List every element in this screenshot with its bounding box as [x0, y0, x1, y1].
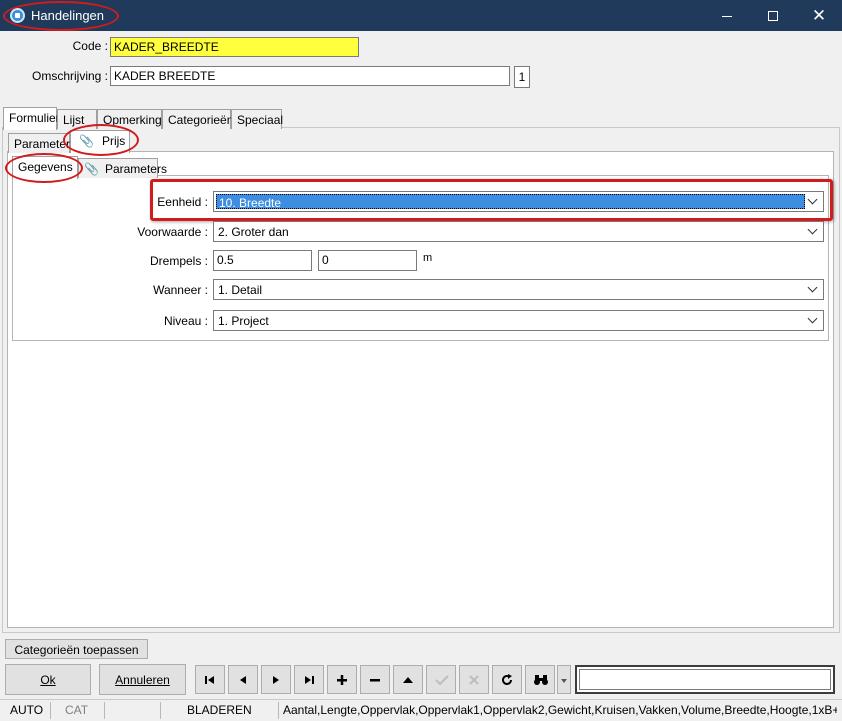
next-record-button[interactable]: [261, 665, 291, 694]
minimize-icon: [722, 15, 732, 17]
minus-icon: [370, 679, 380, 682]
window-title: Handelingen: [31, 8, 105, 23]
chevron-down-icon: [807, 224, 819, 238]
edit-record-button[interactable]: [393, 665, 423, 694]
omschrijving-label: Omschrijving :: [31, 69, 108, 83]
add-record-button[interactable]: [327, 665, 357, 694]
status-separator: [160, 702, 161, 719]
code-label: Code :: [72, 39, 108, 53]
first-record-icon: [205, 676, 214, 684]
eenheid-value: 10. Breedte: [216, 194, 805, 210]
cancel-record-button[interactable]: [459, 665, 489, 694]
status-cat: CAT: [65, 703, 89, 717]
status-separator: [104, 702, 105, 719]
tab-gegevens[interactable]: Gegevens: [12, 156, 78, 179]
status-fields-list: Aantal,Lengte,Oppervlak,Oppervlak1,Opper…: [283, 703, 837, 717]
minimize-button[interactable]: [704, 0, 750, 31]
last-record-button[interactable]: [294, 665, 324, 694]
delete-record-button[interactable]: [360, 665, 390, 694]
binoculars-icon: [534, 675, 548, 685]
wanneer-select[interactable]: 1. Detail: [213, 279, 824, 300]
previous-record-icon: [240, 676, 246, 684]
first-record-button[interactable]: [195, 665, 225, 694]
maximize-button[interactable]: [750, 0, 796, 31]
omschrijving-field[interactable]: KADER BREEDTE: [110, 66, 510, 86]
close-button[interactable]: ✕: [796, 0, 842, 31]
code-field[interactable]: KADER_BREEDTE: [110, 37, 359, 57]
ok-button[interactable]: Ok: [5, 664, 91, 695]
tab-opmerking[interactable]: Opmerking: [97, 109, 162, 129]
post-record-button[interactable]: [426, 665, 456, 694]
counter-box: 1: [514, 66, 530, 88]
app-icon: [10, 8, 25, 23]
voorwaarde-label: Voorwaarde :: [137, 225, 208, 239]
title-bar: Handelingen ✕: [0, 0, 842, 31]
status-separator: [50, 702, 51, 719]
status-auto: AUTO: [10, 703, 44, 717]
previous-record-button[interactable]: [228, 665, 258, 694]
chevron-down-icon: [807, 313, 819, 327]
niveau-label: Niveau :: [163, 314, 208, 328]
search-input-inner: [579, 669, 831, 690]
tab-prijs[interactable]: 📎 Prijs: [70, 130, 130, 153]
tab-parameters-inner-label: Parameters: [104, 162, 167, 176]
status-separator: [278, 702, 279, 719]
chevron-down-icon: [807, 194, 819, 208]
drempels-label: Drempels :: [149, 254, 208, 268]
eenheid-select[interactable]: 10. Breedte: [213, 191, 824, 212]
up-triangle-icon: [403, 677, 413, 683]
paperclip-icon: 📎: [84, 162, 99, 176]
plus-icon: [337, 675, 347, 685]
tab-formulier[interactable]: Formulier: [3, 107, 60, 130]
check-icon: [435, 675, 449, 686]
chevron-down-icon: [561, 679, 567, 683]
cancel-icon: [469, 675, 479, 685]
drempels-min-field[interactable]: 0.5: [213, 250, 312, 271]
tab-speciaal[interactable]: Speciaal: [231, 109, 283, 129]
status-bar: AUTO CAT BLADEREN Aantal,Lengte,Oppervla…: [0, 699, 842, 721]
search-button[interactable]: [525, 665, 555, 694]
categorieen-toepassen-button[interactable]: Categorieën toepassen: [5, 639, 148, 659]
tab-categorieen[interactable]: Categorieën: [162, 109, 233, 129]
tab-parameters-outer[interactable]: Parameters: [8, 133, 76, 153]
eenheid-label: Eenheid :: [157, 195, 208, 209]
niveau-select[interactable]: 1. Project: [213, 310, 824, 331]
chevron-down-icon: [807, 282, 819, 296]
voorwaarde-value: 2. Groter dan: [218, 225, 289, 239]
paperclip-icon: 📎: [79, 134, 94, 148]
close-icon: ✕: [811, 6, 827, 25]
wanneer-label: Wanneer :: [153, 283, 208, 297]
voorwaarde-select[interactable]: 2. Groter dan: [213, 221, 824, 242]
tab-parameters-inner[interactable]: 📎 Parameters: [78, 158, 167, 178]
last-record-icon: [305, 676, 314, 684]
refresh-button[interactable]: [492, 665, 522, 694]
wanneer-value: 1. Detail: [218, 283, 263, 297]
drempels-max-field[interactable]: 0: [318, 250, 417, 271]
tab-lijst[interactable]: Lijst: [57, 109, 97, 129]
search-dropdown-button[interactable]: [557, 665, 571, 694]
search-input[interactable]: [575, 665, 835, 694]
maximize-icon: [768, 11, 778, 22]
drempels-unit: m: [423, 252, 433, 264]
annuleren-button[interactable]: Annuleren: [99, 664, 186, 695]
status-mode: BLADEREN: [187, 703, 252, 717]
refresh-icon: [502, 674, 512, 685]
niveau-value: 1. Project: [218, 314, 269, 328]
next-record-icon: [273, 676, 279, 684]
tab-prijs-label: Prijs: [101, 134, 126, 148]
